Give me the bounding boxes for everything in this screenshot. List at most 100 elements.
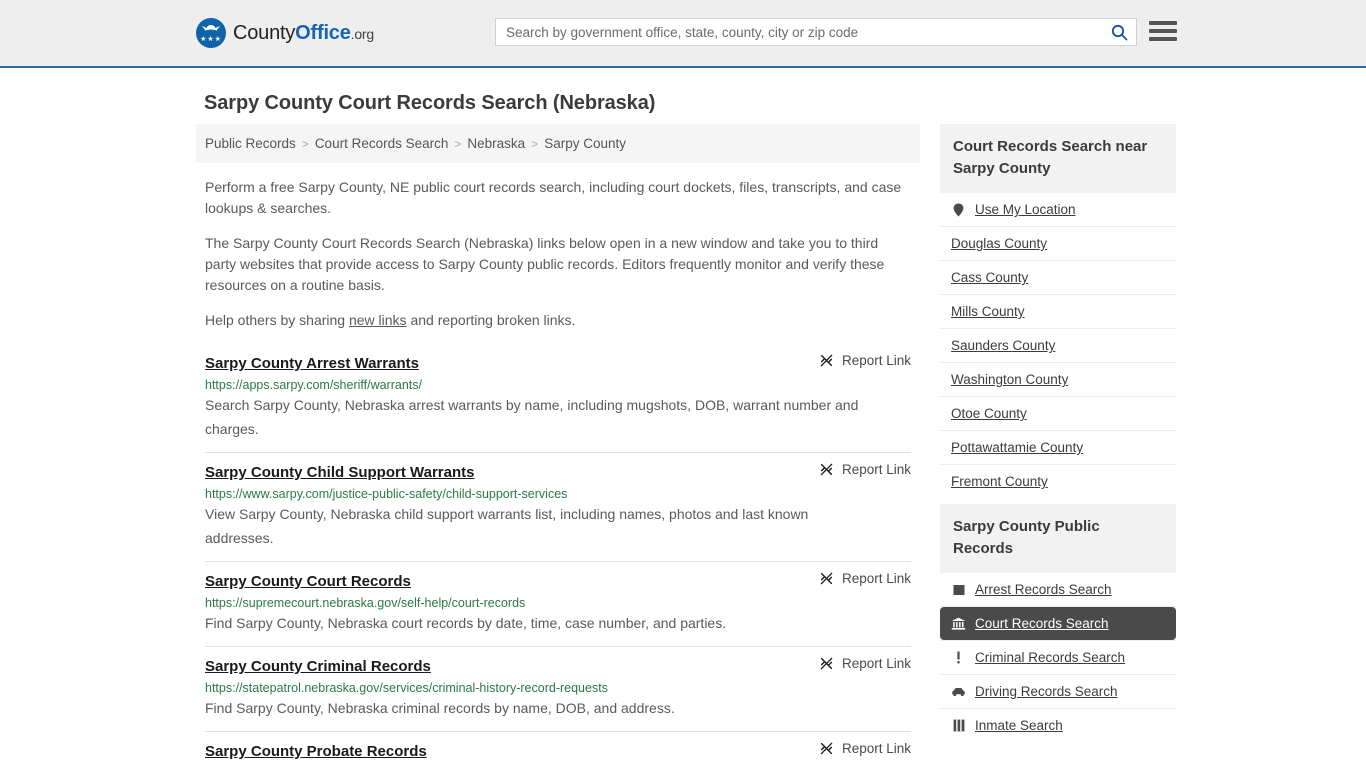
list-item: Use My Location: [940, 193, 1176, 227]
report-link-button[interactable]: Report Link: [819, 353, 911, 368]
sidebar-item-inmate-search[interactable]: Inmate Search: [940, 709, 1176, 742]
countyoffice-logo-icon: ★★★: [196, 18, 226, 48]
inmate-icon: [951, 718, 966, 733]
brand-org: .org: [350, 25, 375, 42]
broken-link-icon: [820, 463, 833, 476]
public-records-heading: Sarpy County Public Records: [940, 504, 1176, 573]
search-input[interactable]: [496, 19, 1102, 45]
list-item: Douglas County: [940, 227, 1176, 261]
report-link-label: Report Link: [841, 656, 911, 671]
map-pin-icon: [951, 202, 966, 217]
sidebar-item-pottawattamie-county[interactable]: Pottawattamie County: [940, 431, 1176, 464]
list-item: Court Records Search: [940, 607, 1176, 641]
bank-icon: [951, 616, 966, 631]
site-logo[interactable]: ★★★ CountyOffice.org: [196, 18, 374, 48]
car-icon: [951, 684, 966, 699]
result-item: Sarpy County Court Records Report Link h…: [205, 561, 911, 646]
result-item: Sarpy County Probate Records Report Link: [205, 731, 911, 768]
page-title: Sarpy County Court Records Search (Nebra…: [204, 92, 656, 114]
nearby-courts-list: Use My Location Douglas County Cass Coun…: [940, 193, 1176, 498]
list-item: Criminal Records Search: [940, 641, 1176, 675]
search-bar[interactable]: [495, 18, 1137, 46]
hamburger-menu-button[interactable]: [1149, 18, 1177, 44]
sidebar-item-label: Washington County: [951, 372, 1069, 387]
breadcrumb-item-court-records-search[interactable]: Court Records Search: [315, 136, 449, 151]
result-url[interactable]: https://www.sarpy.com/justice-public-saf…: [205, 487, 911, 501]
sidebar-item-arrest-records-search[interactable]: Arrest Records Search: [940, 573, 1176, 606]
report-link-label: Report Link: [841, 741, 911, 756]
broken-link-icon: [820, 354, 833, 367]
list-item: Cass County: [940, 261, 1176, 295]
result-url[interactable]: https://apps.sarpy.com/sheriff/warrants/: [205, 378, 911, 392]
result-title-link[interactable]: Sarpy County Child Support Warrants: [205, 464, 474, 481]
list-item: Arrest Records Search: [940, 573, 1176, 607]
public-records-box: Sarpy County Public Records Arrest Recor…: [940, 504, 1176, 742]
intro-paragraph-3: Help others by sharing new links and rep…: [196, 310, 920, 331]
sidebar-item-otoe-county[interactable]: Otoe County: [940, 397, 1176, 430]
result-item: Sarpy County Criminal Records Report Lin…: [205, 646, 911, 731]
result-url[interactable]: https://statepatrol.nebraska.gov/service…: [205, 681, 911, 695]
intro-text-before: Help others by sharing: [205, 312, 349, 328]
sidebar-item-cass-county[interactable]: Cass County: [940, 261, 1176, 294]
result-description: Find Sarpy County, Nebraska criminal rec…: [205, 700, 675, 716]
result-item: Sarpy County Arrest Warrants Report Link…: [205, 349, 911, 452]
result-description: Find Sarpy County, Nebraska court record…: [205, 615, 727, 631]
sidebar: Court Records Search near Sarpy County U…: [940, 124, 1176, 768]
public-records-list: Arrest Records Search Court Records Sear…: [940, 573, 1176, 742]
sidebar-item-use-my-location[interactable]: Use My Location: [940, 193, 1176, 226]
hamburger-line: [1149, 21, 1177, 25]
broken-link-icon: [820, 657, 833, 670]
sidebar-item-label: Court Records Search: [975, 616, 1109, 631]
list-item: Pottawattamie County: [940, 431, 1176, 465]
list-item: Inmate Search: [940, 709, 1176, 742]
report-link-button[interactable]: Report Link: [819, 656, 911, 671]
list-item: Otoe County: [940, 397, 1176, 431]
sidebar-item-fremont-county[interactable]: Fremont County: [940, 465, 1176, 498]
result-title-link[interactable]: Sarpy County Criminal Records: [205, 658, 431, 675]
result-description: View Sarpy County, Nebraska child suppor…: [205, 506, 809, 546]
intro-paragraph-1: Perform a free Sarpy County, NE public c…: [205, 179, 902, 216]
breadcrumb-separator-icon: >: [531, 136, 539, 151]
brand-county: County: [233, 21, 296, 44]
breadcrumb-item-public-records[interactable]: Public Records: [205, 136, 296, 151]
sidebar-item-label: Cass County: [951, 270, 1029, 285]
hamburger-line: [1149, 29, 1177, 33]
report-link-button[interactable]: Report Link: [819, 571, 911, 586]
nearby-courts-box: Court Records Search near Sarpy County U…: [940, 124, 1176, 498]
new-links-link[interactable]: new links: [349, 312, 407, 328]
sidebar-item-label: Douglas County: [951, 236, 1048, 251]
search-icon: [1111, 24, 1127, 40]
sidebar-item-mills-county[interactable]: Mills County: [940, 295, 1176, 328]
report-link-label: Report Link: [841, 462, 911, 477]
stars-icon: ★★★: [200, 36, 222, 43]
results-list: Sarpy County Arrest Warrants Report Link…: [196, 349, 920, 768]
square-icon: [951, 582, 966, 597]
result-title-link[interactable]: Sarpy County Court Records: [205, 573, 411, 590]
content-layout: Public Records > Court Records Search > …: [0, 124, 1366, 768]
list-item: Driving Records Search: [940, 675, 1176, 709]
breadcrumb-item-nebraska[interactable]: Nebraska: [467, 136, 525, 151]
result-url[interactable]: https://supremecourt.nebraska.gov/self-h…: [205, 596, 911, 610]
list-item: Washington County: [940, 363, 1176, 397]
sidebar-item-washington-county[interactable]: Washington County: [940, 363, 1176, 396]
sidebar-item-douglas-county[interactable]: Douglas County: [940, 227, 1176, 260]
sidebar-item-court-records-search[interactable]: Court Records Search: [940, 607, 1176, 640]
list-item: Fremont County: [940, 465, 1176, 498]
brand-wordmark: CountyOffice.org: [233, 22, 374, 45]
sidebar-item-driving-records-search[interactable]: Driving Records Search: [940, 675, 1176, 708]
search-button[interactable]: [1102, 19, 1136, 45]
sidebar-item-criminal-records-search[interactable]: Criminal Records Search: [940, 641, 1176, 674]
report-link-button[interactable]: Report Link: [819, 741, 911, 756]
hamburger-line: [1149, 37, 1177, 41]
sidebar-item-label: Fremont County: [951, 474, 1048, 489]
report-link-button[interactable]: Report Link: [819, 462, 911, 477]
broken-link-icon: [820, 572, 833, 585]
result-title-link[interactable]: Sarpy County Probate Records: [205, 743, 427, 760]
sidebar-item-label: Driving Records Search: [975, 684, 1118, 699]
sidebar-item-label: Otoe County: [951, 406, 1027, 421]
result-title-link[interactable]: Sarpy County Arrest Warrants: [205, 355, 419, 372]
sidebar-item-label: Use My Location: [975, 202, 1076, 217]
sidebar-item-saunders-county[interactable]: Saunders County: [940, 329, 1176, 362]
sidebar-item-label: Mills County: [951, 304, 1025, 319]
brand-office: Office: [295, 21, 351, 44]
